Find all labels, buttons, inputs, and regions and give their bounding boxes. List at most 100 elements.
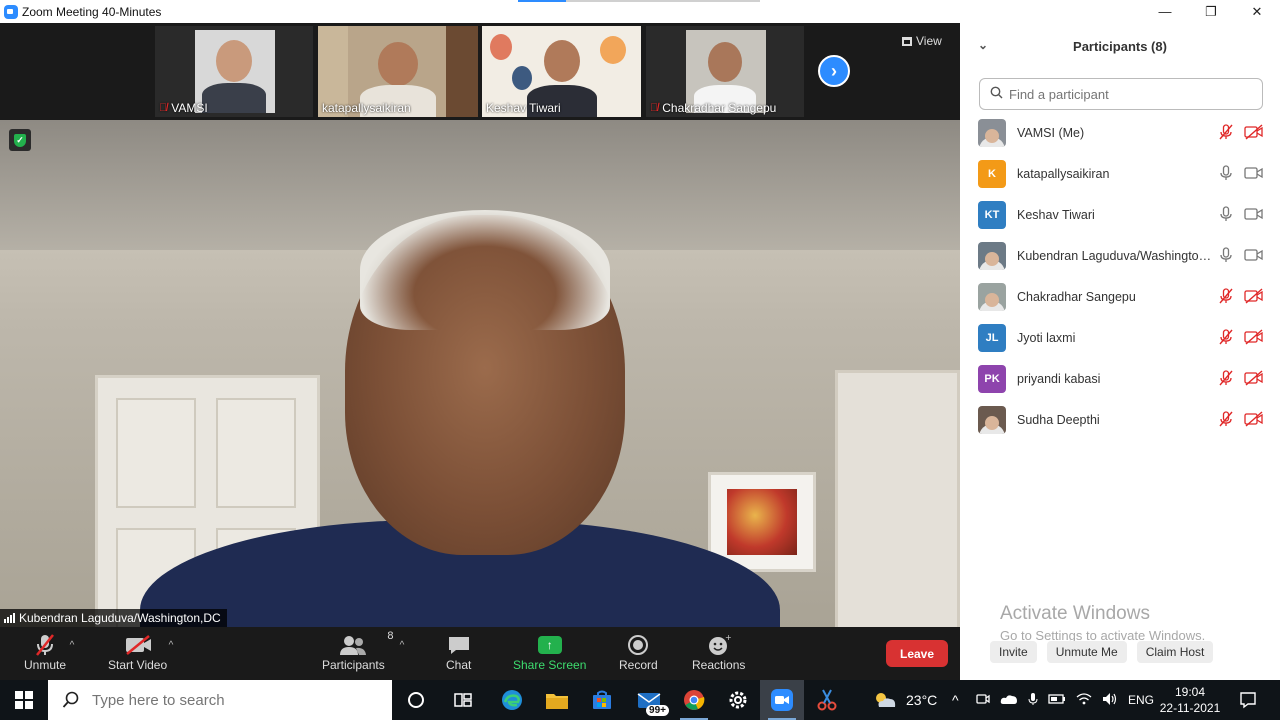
avatar: KT (978, 200, 1006, 229)
cortana-icon[interactable] (394, 680, 438, 720)
start-button[interactable] (2, 680, 46, 720)
maximize-button[interactable]: ❐ (1188, 0, 1234, 23)
video-off-icon (1244, 329, 1264, 345)
weather-widget[interactable]: 23°C (872, 680, 937, 720)
participant-row[interactable]: JL Jyoti laxmi (960, 317, 1280, 358)
notifications-icon[interactable] (1226, 680, 1270, 720)
video-thumbnail[interactable]: 🎙̸ Chakradhar Sangepu (646, 26, 804, 117)
mic-muted-icon (1218, 370, 1234, 386)
signal-bars-icon (4, 613, 15, 623)
onedrive-icon[interactable] (1000, 693, 1018, 708)
avatar (978, 241, 1006, 270)
chevron-down-icon[interactable]: ⌄ (978, 38, 988, 52)
participant-row[interactable]: PK priyandi kabasi (960, 358, 1280, 399)
participant-row[interactable]: Chakradhar Sangepu (960, 276, 1280, 317)
mic-icon (1218, 247, 1234, 263)
participant-row[interactable]: Sudha Deepthi (960, 399, 1280, 440)
task-view-icon[interactable] (441, 680, 485, 720)
mic-muted-icon (1218, 124, 1234, 140)
thumbnail-person (216, 40, 252, 82)
chat-button[interactable]: Chat (446, 632, 471, 672)
mail-icon[interactable]: 99+ (627, 680, 671, 720)
video-thumbnail[interactable]: Keshav Tiwari (482, 26, 641, 117)
next-page-button[interactable]: › (818, 55, 850, 87)
caret-up-icon: ^ (69, 640, 75, 651)
participant-name: Kubendran Laguduva/Washington,... (1017, 248, 1217, 263)
participant-row[interactable]: Kkatapallysaikiran (960, 153, 1280, 194)
weather-temperature: 23°C (906, 692, 938, 708)
participant-row[interactable]: KT Keshav Tiwari (960, 194, 1280, 235)
zoom-logo-icon (4, 4, 18, 19)
invite-button[interactable]: Invite (990, 641, 1037, 663)
participant-name: Jyoti laxmi (1017, 330, 1076, 345)
taskbar-search-input[interactable] (92, 691, 372, 709)
microphone-icon[interactable] (1028, 692, 1038, 709)
avatar: JL (978, 323, 1006, 352)
close-button[interactable]: ✕ (1234, 0, 1280, 23)
video-off-icon (123, 632, 153, 658)
clock-date: 22-11-2021 (1159, 701, 1221, 715)
unmute-button[interactable]: Unmute (24, 632, 66, 672)
thumbnail-art (490, 34, 512, 60)
wifi-icon[interactable] (1076, 692, 1092, 709)
thumbnail-person (543, 40, 580, 82)
video-off-icon (1244, 370, 1264, 386)
taskbar-search-box[interactable] (48, 680, 392, 720)
leave-button[interactable]: Leave (886, 640, 948, 667)
participants-count: 8 (387, 630, 394, 642)
video-icon (1244, 247, 1264, 263)
thumbnail-name: Keshav Tiwari (486, 101, 561, 115)
mic-icon (1218, 206, 1234, 222)
zoom-app-icon[interactable] (760, 680, 804, 720)
video-off-icon (1244, 288, 1264, 304)
reactions-icon: + (707, 632, 731, 658)
avatar (978, 282, 1006, 311)
avatar (978, 118, 1006, 147)
reactions-button[interactable]: + Reactions (692, 632, 745, 672)
claim-host-button[interactable]: Claim Host (1136, 641, 1214, 663)
top-progress-bar (518, 0, 760, 2)
participant-row[interactable]: Kubendran Laguduva/Washington,... (960, 235, 1280, 276)
minimize-button[interactable]: — (1142, 0, 1188, 23)
participants-label: Participants (322, 658, 385, 672)
file-explorer-icon[interactable] (535, 680, 579, 720)
view-label: View (916, 34, 942, 48)
unmute-me-button[interactable]: Unmute Me (1046, 641, 1127, 663)
share-screen-button[interactable]: ↑ Share Screen (513, 632, 586, 672)
participant-search-box[interactable] (979, 78, 1263, 110)
participants-button[interactable]: 8 Participants (322, 630, 393, 672)
avatar (978, 405, 1006, 434)
mic-muted-icon: 🎙̸ (650, 102, 659, 114)
show-hidden-icons-button[interactable]: ^ (952, 680, 959, 720)
participant-name: priyandi kabasi (1017, 371, 1101, 386)
microsoft-store-icon[interactable] (580, 680, 624, 720)
video-thumbnail[interactable]: 🎙̸ VAMSI (155, 26, 313, 117)
thumbnail-person-body (202, 83, 266, 113)
title-bar: Zoom Meeting 40-Minutes — ❐ ✕ (0, 0, 1280, 23)
thumbnail-name: katapallysaikiran (322, 101, 411, 115)
view-button[interactable]: View (902, 34, 942, 48)
windows-taskbar: 99+ 23°C ^ (0, 680, 1280, 720)
video-off-icon (1244, 124, 1264, 140)
meet-now-icon[interactable] (976, 692, 990, 709)
volume-icon[interactable] (1102, 692, 1118, 709)
participant-name: VAMSI (Me) (1017, 125, 1085, 140)
thumbnail-name: VAMSI (171, 101, 208, 115)
edge-browser-icon[interactable] (490, 680, 534, 720)
chrome-icon[interactable] (672, 680, 716, 720)
search-icon (62, 691, 79, 708)
security-shield-icon[interactable]: ✓ (9, 129, 31, 151)
settings-gear-icon[interactable] (716, 680, 760, 720)
video-thumbnail[interactable]: katapallysaikiran (318, 26, 478, 117)
participants-list: VAMSI (Me) Kkatapallysaikiran KT Keshav Tiw… (960, 112, 1280, 440)
mic-muted-icon (1218, 329, 1234, 345)
language-indicator[interactable]: ENG (1128, 693, 1154, 707)
start-video-button[interactable]: Start Video (108, 632, 167, 672)
participant-search-input[interactable] (1009, 86, 1249, 102)
battery-icon[interactable] (1048, 693, 1066, 708)
record-button[interactable]: Record (619, 632, 658, 672)
participant-row[interactable]: VAMSI (Me) (960, 112, 1280, 153)
door-panel (116, 398, 196, 508)
snipping-tool-icon[interactable] (805, 680, 849, 720)
taskbar-clock[interactable]: 19:04 22-11-2021 (1158, 684, 1222, 716)
